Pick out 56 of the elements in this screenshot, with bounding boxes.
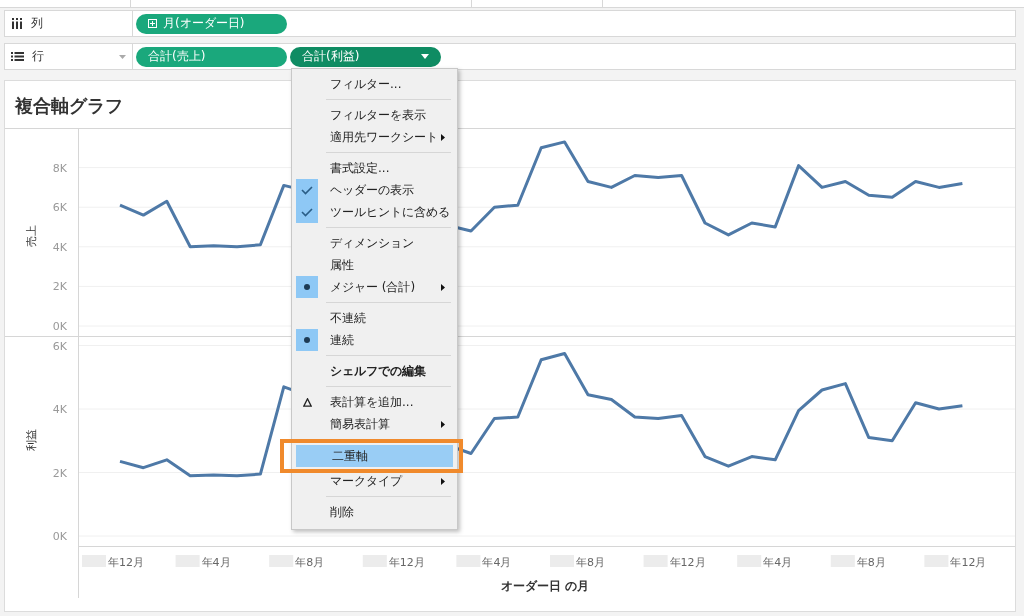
- menu-item[interactable]: 連続: [294, 329, 455, 351]
- tick-label: 8K: [52, 161, 67, 175]
- tick-label: 年4月: [201, 556, 231, 569]
- tick-label: 年8月: [856, 556, 886, 569]
- submenu-arrow-icon: [441, 477, 445, 485]
- submenu-arrow-icon: [441, 420, 445, 428]
- tick-label: 0K: [52, 320, 67, 333]
- tick-label: 年4月: [763, 556, 793, 569]
- menu-item[interactable]: メジャー (合計): [294, 276, 455, 298]
- menu-item[interactable]: 不連続: [294, 307, 455, 329]
- axis-title: 売上: [25, 225, 38, 247]
- field-pill[interactable]: 合計(利益): [290, 46, 441, 67]
- tick-label: 6K: [52, 201, 67, 215]
- menu-item[interactable]: 表計算を追加...: [294, 391, 455, 413]
- pill-label: 合計(利益): [302, 48, 361, 65]
- menu-item[interactable]: シェルフでの編集: [294, 360, 455, 382]
- tick-label: 2K: [52, 466, 67, 480]
- columns-icon: [11, 18, 23, 29]
- tick-label: 2K: [52, 280, 67, 294]
- shelf-label: 行: [32, 48, 45, 65]
- menu-item[interactable]: 属性: [294, 254, 455, 276]
- expand-icon[interactable]: [148, 19, 157, 28]
- axis-title: オーダー日 の月: [500, 579, 590, 593]
- tick-label: 年4月: [482, 556, 512, 569]
- menu-item[interactable]: 書式設定...: [294, 157, 455, 179]
- menu-item[interactable]: ディメンション: [294, 232, 455, 254]
- tick-label: 年12月: [388, 556, 425, 569]
- tick-label: 4K: [52, 403, 67, 416]
- menu-item[interactable]: 適用先ワークシート: [294, 126, 455, 148]
- tick-label: 年12月: [669, 556, 706, 569]
- submenu-arrow-icon: [441, 283, 445, 291]
- caret-icon[interactable]: [421, 54, 429, 59]
- menu-item[interactable]: フィルターを表示: [294, 104, 455, 126]
- menu-item[interactable]: 二重軸: [296, 445, 453, 467]
- tick-label: 年8月: [576, 556, 605, 569]
- pill-label: 合計(売上): [148, 48, 207, 65]
- rows-icon: [11, 51, 24, 62]
- tick-label: 年12月: [950, 556, 987, 569]
- tick-label: 年12月: [108, 556, 144, 569]
- menu-item[interactable]: 簡易表計算: [294, 413, 455, 435]
- sheet-title: 複合軸グラフ: [15, 95, 123, 116]
- menu-item[interactable]: フィルター...: [294, 73, 455, 95]
- menu-item[interactable]: ヘッダーの表示: [294, 179, 455, 201]
- menu-item[interactable]: 削除: [294, 501, 455, 523]
- axis-title: 利益: [25, 429, 38, 451]
- tick-label: 0K: [52, 530, 67, 543]
- tick-label: 4K: [52, 240, 67, 254]
- delta-icon: [302, 397, 312, 407]
- tick-label: 6K: [52, 339, 67, 353]
- tick-label: 年8月: [295, 556, 325, 569]
- caret-icon[interactable]: [119, 54, 126, 59]
- menu-item[interactable]: マークタイプ: [294, 470, 455, 492]
- menu-item[interactable]: ツールヒントに含める: [294, 201, 455, 223]
- shelf-label: 列: [31, 15, 44, 32]
- submenu-arrow-icon: [441, 133, 445, 141]
- pill-label: 月(オーダー日): [163, 15, 246, 32]
